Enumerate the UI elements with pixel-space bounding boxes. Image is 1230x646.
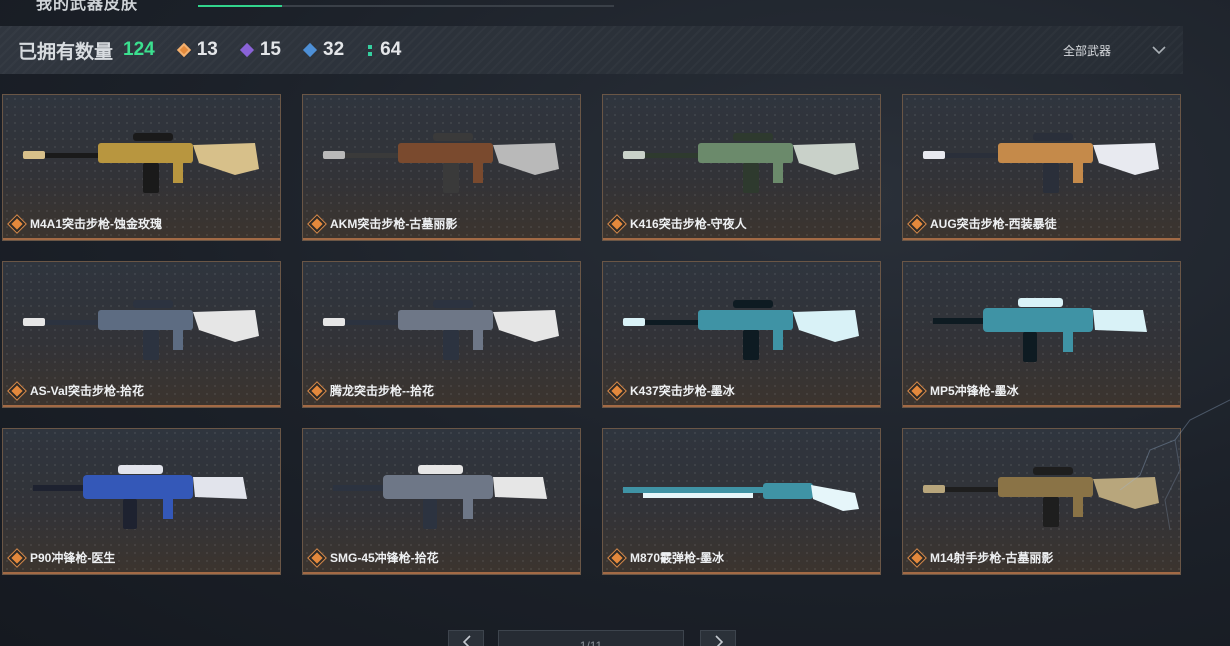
chevron-down-icon [1152, 46, 1166, 55]
next-page-button[interactable] [700, 630, 736, 646]
skin-name: P90冲锋枪-医生 [30, 551, 116, 565]
active-tab-indicator [198, 5, 282, 7]
skin-name: M4A1突击步枪-蚀金玫瑰 [30, 217, 163, 231]
skin-card[interactable]: AUG突击步枪-西装暴徒 [902, 94, 1181, 241]
weapon-filter-dropdown[interactable]: 全部武器 [1063, 26, 1167, 74]
collection-stats-bar: 已拥有数量 124 13 15 32 64 全部武器 [0, 26, 1183, 74]
rarity-icon [11, 384, 23, 397]
rarity-icon [311, 384, 323, 397]
rifle-icon [23, 133, 259, 193]
page-indicator: 1/11 [498, 630, 684, 646]
skin-name: SMG-45冲锋枪-拾花 [330, 551, 439, 565]
skin-name: AKM突击步枪-古墓丽影 [330, 217, 458, 231]
filter-selected-value: 全部武器 [1062, 43, 1111, 58]
skin-card[interactable]: P90冲锋枪-医生 [2, 428, 281, 575]
tier-stat-orange: 13 [176, 39, 218, 61]
skin-card[interactable]: M4A1突击步枪-蚀金玫瑰 [2, 94, 281, 241]
tier-count: 32 [323, 39, 345, 60]
pagination: 1/11 [0, 630, 1230, 646]
blue-diamond-icon [302, 42, 318, 58]
shotgun-icon [623, 483, 859, 511]
tier-count: 15 [259, 39, 281, 60]
skin-name: K437突击步枪-墨冰 [630, 384, 735, 398]
tier-stat-green: 64 [368, 39, 401, 61]
prev-page-button[interactable] [448, 630, 484, 646]
green-bars-icon [368, 44, 373, 56]
rifle-icon [323, 300, 559, 360]
skin-card[interactable]: K437突击步枪-墨冰 [602, 261, 881, 408]
skin-name: AUG突击步枪-西装暴徒 [930, 217, 1057, 231]
smg-icon [33, 465, 247, 529]
tier-stat-blue: 32 [302, 39, 345, 61]
rifle-icon [623, 300, 859, 360]
rarity-icon [611, 384, 623, 397]
smg-icon [933, 298, 1147, 362]
top-nav: 我的武器皮肤 [0, 0, 1230, 14]
rarity-icon [11, 217, 23, 230]
page-title: 我的武器皮肤 [36, 0, 139, 13]
rarity-icon [311, 217, 323, 230]
skin-card[interactable]: AKM突击步枪-古墓丽影 [302, 94, 581, 241]
rifle-icon [923, 133, 1159, 193]
skin-name: 腾龙突击步枪--拾花 [330, 384, 434, 398]
skin-card[interactable]: SMG-45冲锋枪-拾花 [302, 428, 581, 575]
skin-name: M870霰弹枪-墨冰 [630, 551, 725, 565]
smg-icon [333, 465, 547, 529]
skin-card[interactable]: M870霰弹枪-墨冰 [602, 428, 881, 575]
rarity-icon [911, 551, 923, 564]
rifle-icon [623, 133, 859, 193]
tier-stat-purple: 15 [239, 39, 281, 61]
skin-name: MP5冲锋枪-墨冰 [930, 384, 1019, 398]
purple-diamond-icon [239, 42, 254, 58]
skin-card[interactable]: 腾龙突击步枪--拾花 [302, 261, 581, 408]
rarity-icon [11, 551, 23, 564]
rarity-icon [611, 551, 623, 564]
rarity-icon [611, 217, 623, 230]
tier-count: 13 [196, 39, 218, 60]
rifle-icon [23, 300, 259, 360]
skin-name: M14射手步枪-古墓丽影 [930, 551, 1054, 565]
skin-name: K416突击步枪-守夜人 [630, 217, 747, 231]
skin-card[interactable]: K416突击步枪-守夜人 [602, 94, 881, 241]
chevron-right-icon [715, 635, 724, 646]
rarity-icon [911, 217, 923, 230]
tab-underline [198, 5, 614, 7]
rifle-icon [323, 133, 559, 193]
orange-diamond-icon [176, 42, 191, 58]
owned-label: 已拥有数量 [18, 41, 114, 63]
tier-count: 64 [380, 39, 402, 60]
rarity-icon [311, 551, 323, 564]
owned-count: 124 [123, 39, 155, 60]
skin-card[interactable]: AS-Val突击步枪-拾花 [2, 261, 281, 408]
chevron-left-icon [462, 635, 471, 646]
rarity-icon [911, 384, 923, 397]
crack-decoration [1119, 399, 1230, 531]
skin-name: AS-Val突击步枪-拾花 [30, 384, 145, 398]
